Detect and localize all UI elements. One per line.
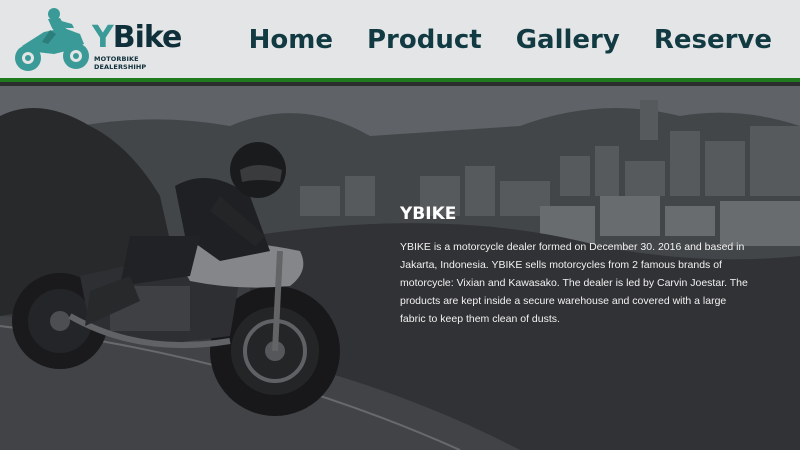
nav-gallery[interactable]: Gallery [516,22,620,58]
brand-logo[interactable]: YBike MOTORBIKE DEALERSHIHP [14,6,189,76]
main-nav: Home Product Gallery Reserve [249,22,772,58]
hero-section: YBIKE YBIKE is a motorcycle dealer forme… [0,86,800,450]
nav-product[interactable]: Product [367,22,482,58]
site-header: YBike MOTORBIKE DEALERSHIHP Home Product… [0,0,800,82]
brand-tagline: MOTORBIKE DEALERSHIHP [94,55,147,71]
brand-name: YBike [92,20,182,55]
nav-reserve[interactable]: Reserve [654,22,772,58]
hero-description: YBIKE is a motorcycle dealer formed on D… [400,241,748,325]
hero-title: YBIKE [400,204,457,224]
nav-home[interactable]: Home [249,22,333,58]
motorbike-rider-logo-icon [15,8,89,71]
hero-content: YBIKE YBIKE is a motorcycle dealer forme… [400,204,750,328]
